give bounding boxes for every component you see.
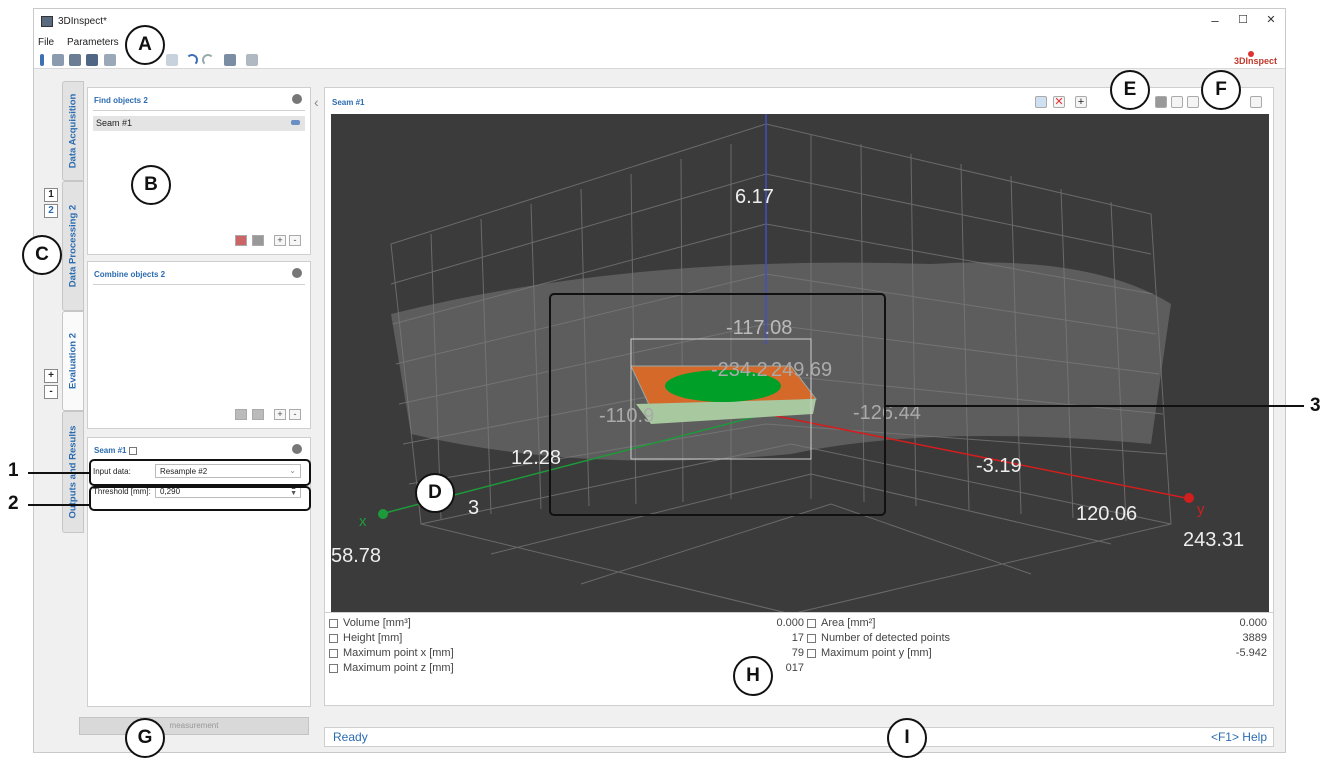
redo-icon[interactable]	[202, 54, 214, 66]
title-bar: 3DInspect* – ☐ ✕	[34, 9, 1285, 35]
annotation-b: B	[131, 165, 171, 205]
find-panel-title: Find objects 2	[94, 96, 148, 105]
y-mid-label: -3.19	[976, 455, 1022, 477]
evaluation-2-button[interactable]: 2	[44, 204, 58, 218]
y-axis-letter: y	[1197, 501, 1205, 518]
annotation-a: A	[125, 25, 165, 65]
ruler-icon[interactable]	[1155, 96, 1167, 108]
annotation-e: E	[1110, 70, 1150, 110]
y-end-label: 243.31	[1183, 529, 1244, 551]
object-icon	[291, 120, 300, 125]
save-icon[interactable]	[86, 54, 98, 66]
status-bar: Ready <F1> Help	[324, 727, 1274, 747]
settings-icon[interactable]	[224, 54, 236, 66]
callout-line-3	[884, 405, 1304, 407]
add-evaluation-button[interactable]: +	[44, 369, 58, 383]
pin-icon[interactable]	[1171, 96, 1183, 108]
export-icon[interactable]	[104, 54, 116, 66]
combine-objects-panel: Combine objects 2 + -	[87, 261, 311, 429]
rename-icon[interactable]	[128, 446, 137, 455]
import-icon[interactable]	[166, 54, 178, 66]
user-icon[interactable]	[246, 54, 258, 66]
combine-panel-title: Combine objects 2	[94, 270, 166, 279]
collapse-icon[interactable]	[292, 268, 302, 278]
highlight-box-input	[89, 459, 311, 486]
start-icon[interactable]	[40, 54, 44, 66]
x-low-label: 3	[468, 497, 479, 519]
app-icon	[41, 16, 53, 27]
edit-object-icon[interactable]	[235, 235, 247, 246]
reset-view-icon[interactable]: ✕	[1053, 96, 1065, 108]
callout-number-1: 1	[8, 460, 19, 481]
result-row[interactable]: Number of detected points 3889	[807, 632, 1267, 646]
x-axis-letter: x	[359, 513, 367, 530]
find-objects-panel: Find objects 2 Seam #1 + -	[87, 87, 311, 255]
vertical-tabs: Data Acquisition Data Processing 2 Evalu…	[62, 81, 84, 533]
menu-file[interactable]: File	[38, 37, 54, 48]
fullscreen-icon[interactable]	[1250, 96, 1262, 108]
callout-line-2	[28, 504, 90, 506]
brand-logo: 3DInspect	[1234, 51, 1277, 66]
z-top-label: 6.17	[735, 186, 774, 208]
copy-combination-icon[interactable]	[252, 409, 264, 420]
add-combination-button[interactable]: +	[274, 409, 286, 420]
result-row[interactable]: Maximum point y [mm] -5.942	[807, 647, 1267, 661]
menu-bar: File Parameters	[34, 35, 1285, 51]
y-axis-marker	[1184, 493, 1194, 503]
highlight-box-threshold	[89, 486, 311, 511]
close-button[interactable]: ✕	[1261, 13, 1281, 26]
remove-combination-button[interactable]: -	[289, 409, 301, 420]
chevron-left-icon[interactable]: ‹	[314, 94, 319, 110]
edit-combination-icon[interactable]	[235, 409, 247, 420]
callout-number-2: 2	[8, 493, 19, 514]
open-icon[interactable]	[69, 54, 81, 66]
toolbar: 3DInspect	[34, 51, 1285, 69]
callout-number-3: 3	[1310, 395, 1321, 416]
export-image-icon[interactable]	[1187, 96, 1199, 108]
fit-view-icon[interactable]	[1035, 96, 1047, 108]
list-item[interactable]: Seam #1	[93, 116, 305, 131]
result-row[interactable]: Volume [mm³] 0.000	[329, 617, 804, 631]
result-row[interactable]: Area [mm²] 0.000	[807, 617, 1267, 631]
annotation-d: D	[415, 473, 455, 513]
annotation-h: H	[733, 656, 773, 696]
tab-evaluation[interactable]: Evaluation 2	[62, 311, 84, 411]
start-measurement-button[interactable]: measurement	[79, 717, 309, 735]
result-row[interactable]: Height [mm] 17	[329, 632, 804, 646]
highlight-box-3d	[549, 293, 886, 516]
evaluation-1-button[interactable]: 1	[44, 188, 58, 202]
window-title: 3DInspect*	[58, 16, 107, 27]
x-end-label: 58.78	[331, 545, 381, 567]
remove-object-button[interactable]: -	[289, 235, 301, 246]
annotation-i: I	[887, 718, 927, 758]
zoom-in-icon[interactable]: +	[1075, 96, 1087, 108]
copy-object-icon[interactable]	[252, 235, 264, 246]
annotation-c: C	[22, 235, 62, 275]
add-object-button[interactable]: +	[274, 235, 286, 246]
annotation-g: G	[125, 718, 165, 758]
undo-icon[interactable]	[186, 54, 198, 66]
callout-line-1	[28, 472, 90, 474]
remove-evaluation-button[interactable]: -	[44, 385, 58, 399]
x-axis-marker	[378, 509, 388, 519]
help-link[interactable]: <F1> Help	[1211, 730, 1267, 744]
minimize-button[interactable]: –	[1205, 13, 1225, 28]
annotation-f: F	[1201, 70, 1241, 110]
seam-panel-title: Seam #1	[94, 446, 137, 455]
new-icon[interactable]	[52, 54, 64, 66]
maximize-button[interactable]: ☐	[1233, 13, 1253, 26]
tab-data-acquisition[interactable]: Data Acquisition	[62, 81, 84, 181]
menu-parameters[interactable]: Parameters	[67, 37, 119, 48]
result-row[interactable]: Maximum point x [mm] 79	[329, 647, 804, 661]
status-text: Ready	[333, 730, 368, 744]
collapse-icon[interactable]	[292, 94, 302, 104]
results-table: Volume [mm³] 0.000 Height [mm] 17 Maximum …	[324, 612, 1274, 706]
y-far-label: 120.06	[1076, 503, 1137, 525]
view-title: Seam #1	[332, 98, 365, 107]
tab-data-processing[interactable]: Data Processing 2	[62, 181, 84, 311]
collapse-icon[interactable]	[292, 444, 302, 454]
